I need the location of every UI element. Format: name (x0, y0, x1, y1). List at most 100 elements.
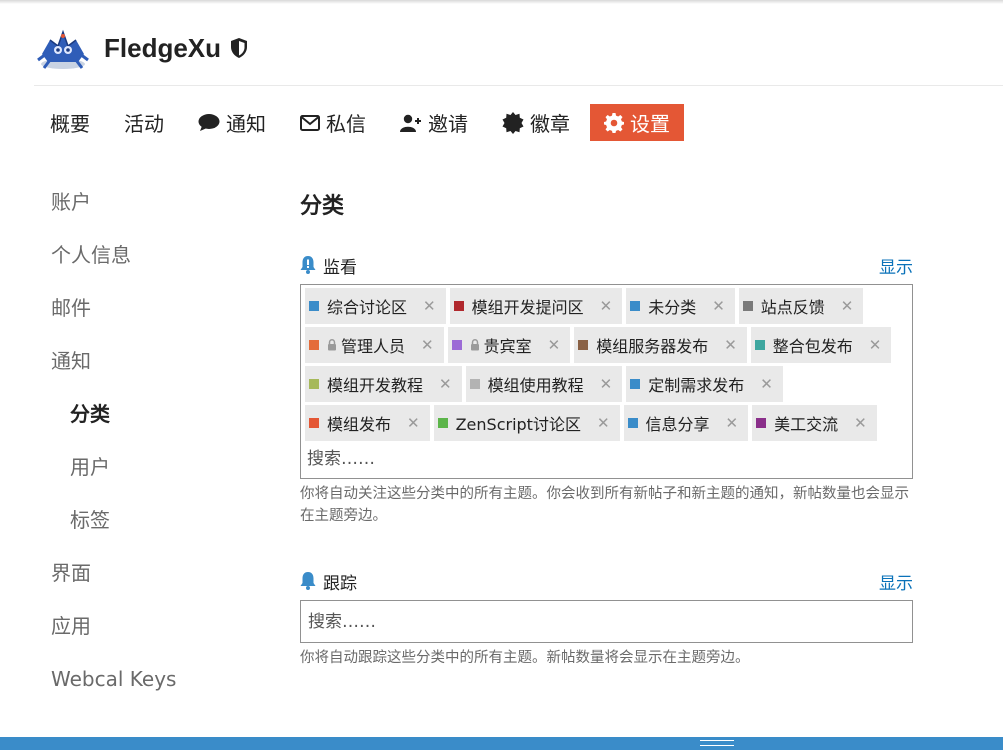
certificate-icon (502, 111, 524, 134)
category-chip-label: 美工交流 (774, 415, 839, 434)
nav-preferences-label: 设置 (630, 112, 670, 136)
category-chip[interactable]: ZenScript讨论区 ✕ (433, 405, 620, 441)
category-chip[interactable]: 未分类 ✕ (626, 288, 735, 324)
sidebar-item-emails[interactable]: 邮件 (51, 292, 251, 345)
user-avatar[interactable] (34, 24, 92, 72)
category-color-swatch (451, 340, 462, 350)
category-color-swatch (742, 301, 753, 311)
category-chip[interactable]: 模组使用教程 ✕ (465, 366, 623, 402)
username: FledgeXu (104, 32, 222, 63)
category-chip[interactable]: 管理人员 ✕ (305, 327, 444, 363)
remove-category-icon[interactable]: ✕ (423, 297, 436, 315)
category-color-swatch (630, 379, 641, 389)
category-chip[interactable]: 综合讨论区 ✕ (305, 288, 446, 324)
category-color-swatch (578, 340, 589, 350)
category-chip-label: 综合讨论区 (327, 298, 408, 317)
nav-activity-label: 活动 (124, 112, 164, 136)
nav-messages[interactable]: 私信 (286, 104, 380, 141)
nav-notifications-label: 通知 (226, 112, 266, 136)
sidebar-item-interface[interactable]: 界面 (51, 557, 251, 610)
sidebar-item-categories[interactable]: 分类 (51, 398, 251, 451)
comment-icon (198, 113, 220, 132)
category-color-swatch (309, 418, 319, 428)
watched-show-link[interactable]: 显示 (879, 253, 913, 278)
sidebar-item-webcal-keys[interactable]: Webcal Keys (51, 663, 251, 716)
tracked-show-link[interactable]: 显示 (879, 569, 913, 594)
remove-category-icon[interactable]: ✕ (760, 375, 773, 393)
user-nav: 概要 活动 通知 私信 邀请 徽章 设置 (38, 104, 690, 141)
category-chip[interactable]: 站点反馈 ✕ (738, 288, 864, 324)
sidebar-item-users[interactable]: 用户 (51, 451, 251, 504)
nav-invites[interactable]: 邀请 (386, 104, 482, 141)
nav-badges-label: 徽章 (530, 112, 570, 136)
lock-icon (327, 339, 337, 351)
category-chip[interactable]: 模组开发提问区 ✕ (449, 288, 623, 324)
category-chip-label: 定制需求发布 (648, 376, 745, 395)
remove-category-icon[interactable]: ✕ (600, 375, 613, 393)
category-chip-label: 未分类 (648, 298, 697, 317)
remove-category-icon[interactable]: ✕ (407, 414, 420, 432)
tracked-category-chooser[interactable]: 搜索…… (300, 600, 913, 643)
user-header: FledgeXu (34, 24, 249, 72)
watched-chips: 综合讨论区 ✕ 模组开发提问区 ✕ 未分类 ✕ 站点反馈 ✕ 管理人员 ✕ 贵宾室 ✕ 模组服务器发布 ✕… (305, 288, 908, 444)
nav-badges[interactable]: 徽章 (488, 104, 584, 141)
gear-icon (604, 112, 624, 133)
remove-category-icon[interactable]: ✕ (869, 336, 882, 354)
watched-label-text: 监看 (323, 257, 357, 278)
category-chip[interactable]: 模组服务器发布 ✕ (574, 327, 747, 363)
remove-category-icon[interactable]: ✕ (421, 336, 434, 354)
category-chip-label: 站点反馈 (760, 298, 825, 317)
category-chip[interactable]: 定制需求发布 ✕ (626, 366, 783, 402)
tracked-label: 跟踪 (300, 569, 357, 594)
bell-icon (300, 572, 316, 590)
category-chip-label: 模组发布 (327, 415, 392, 434)
category-color-swatch (754, 340, 765, 350)
remove-category-icon[interactable]: ✕ (841, 297, 854, 315)
sidebar-item-apps[interactable]: 应用 (51, 610, 251, 663)
nav-activity[interactable]: 活动 (110, 104, 178, 141)
nav-messages-label: 私信 (326, 112, 366, 136)
sidebar-item-profile[interactable]: 个人信息 (51, 239, 251, 292)
tracked-header: 跟踪 显示 (300, 569, 913, 594)
category-color-swatch (437, 418, 448, 428)
category-color-swatch (309, 301, 319, 311)
top-shadow (0, 0, 1003, 4)
tracked-search-input[interactable]: 搜索…… (306, 609, 907, 635)
envelope-icon (300, 114, 320, 131)
category-chip-label: 信息分享 (645, 415, 710, 434)
user-plus-icon (400, 114, 422, 132)
nav-preferences[interactable]: 设置 (590, 104, 684, 141)
remove-category-icon[interactable]: ✕ (548, 336, 561, 354)
watched-header: 监看 显示 (300, 253, 913, 278)
nav-notifications[interactable]: 通知 (184, 104, 280, 141)
remove-category-icon[interactable]: ✕ (600, 297, 613, 315)
watched-search-input[interactable]: 搜索…… (305, 446, 908, 472)
category-chip-label: 模组服务器发布 (596, 337, 709, 356)
resize-grip[interactable] (700, 740, 734, 746)
category-chip[interactable]: 模组开发教程 ✕ (305, 366, 462, 402)
remove-category-icon[interactable]: ✕ (712, 297, 725, 315)
category-chip-label: 模组开发提问区 (471, 298, 584, 317)
nav-summary[interactable]: 概要 (38, 104, 104, 141)
watched-category-chooser[interactable]: 综合讨论区 ✕ 模组开发提问区 ✕ 未分类 ✕ 站点反馈 ✕ 管理人员 ✕ 贵宾室 ✕ 模组服务器发布 ✕… (300, 284, 913, 479)
category-chip[interactable]: 信息分享 ✕ (623, 405, 749, 441)
preferences-page: FledgeXu 概要 活动 通知 私信 邀请 徽章 设置 账户 个人信息 邮件… (0, 0, 1003, 750)
sidebar-item-tags[interactable]: 标签 (51, 504, 251, 557)
category-chip[interactable]: 整合包发布 ✕ (750, 327, 892, 363)
category-chip[interactable]: 贵宾室 ✕ (447, 327, 571, 363)
remove-category-icon[interactable]: ✕ (726, 414, 739, 432)
remove-category-icon[interactable]: ✕ (724, 336, 737, 354)
category-chip[interactable]: 美工交流 ✕ (752, 405, 877, 441)
sidebar-item-account[interactable]: 账户 (51, 186, 251, 239)
preferences-sidebar: 账户 个人信息 邮件 通知 分类 用户 标签 界面 应用 Webcal Keys (51, 186, 251, 716)
category-chip-label: 管理人员 (341, 337, 406, 356)
lock-icon (470, 339, 480, 351)
category-color-swatch (309, 340, 319, 350)
category-color-swatch (630, 301, 641, 311)
remove-category-icon[interactable]: ✕ (854, 414, 867, 432)
remove-category-icon[interactable]: ✕ (439, 375, 452, 393)
remove-category-icon[interactable]: ✕ (597, 414, 610, 432)
category-color-swatch (469, 379, 480, 389)
category-chip[interactable]: 模组发布 ✕ (305, 405, 430, 441)
sidebar-item-notifications[interactable]: 通知 (51, 345, 251, 398)
